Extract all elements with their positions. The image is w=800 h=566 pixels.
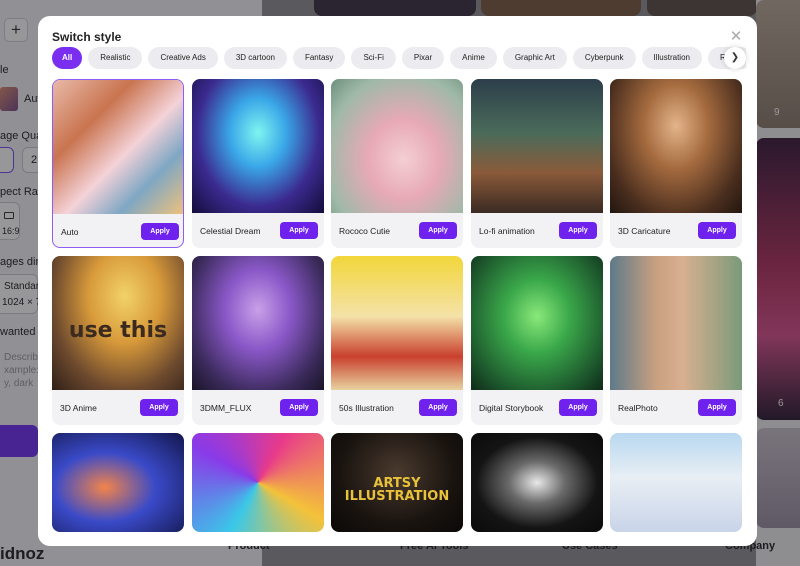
apply-button[interactable]: Apply [419, 222, 457, 239]
style-card-3d-caricature[interactable]: 3D Caricature Apply [610, 79, 742, 248]
apply-button[interactable]: Apply [280, 399, 318, 416]
apply-button[interactable]: Apply [140, 399, 178, 416]
switch-style-modal: Switch style ✕ All Realistic Creative Ad… [38, 16, 757, 546]
tab-graphic-art[interactable]: Graphic Art [502, 47, 567, 69]
style-name: Lo-fi animation [479, 226, 535, 236]
style-name: 3DMM_FLUX [200, 403, 252, 413]
tab-creative-ads[interactable]: Creative Ads [148, 47, 218, 69]
style-preview-image [610, 79, 742, 213]
style-card-celestial-dream[interactable]: Celestial Dream Apply [192, 79, 324, 248]
style-preview-image [331, 79, 463, 213]
apply-button[interactable]: Apply [419, 399, 457, 416]
apply-button[interactable]: Apply [280, 222, 318, 239]
style-preview-image [192, 433, 324, 532]
style-preview-image [471, 256, 603, 390]
style-card[interactable] [471, 433, 603, 532]
style-preview-text: ARTSY ILLUSTRATION [344, 476, 450, 504]
style-preview-image [610, 256, 742, 390]
style-preview-image [192, 79, 324, 213]
tab-fantasy[interactable]: Fantasy [292, 47, 346, 69]
style-card[interactable]: ARTSY ILLUSTRATION [331, 433, 463, 532]
style-category-tabs: All Realistic Creative Ads 3D cartoon Fa… [52, 47, 746, 69]
tab-realistic[interactable]: Realistic [88, 47, 143, 69]
tab-pixar[interactable]: Pixar [401, 47, 445, 69]
style-name: RealPhoto [618, 403, 658, 413]
style-card-50s-illustration[interactable]: 50s Illustration Apply [331, 256, 463, 425]
style-card-3d-anime[interactable]: use this 3D Anime Apply [52, 256, 184, 425]
tab-3d-cartoon[interactable]: 3D cartoon [223, 47, 287, 69]
modal-title: Switch style [52, 30, 122, 44]
tab-cyberpunk[interactable]: Cyberpunk [572, 47, 636, 69]
style-name: Celestial Dream [200, 226, 261, 236]
apply-button[interactable]: Apply [559, 399, 597, 416]
style-name: 3D Anime [60, 403, 97, 413]
chevron-right-icon[interactable]: ❯ [724, 47, 746, 69]
style-preview-image [52, 433, 184, 532]
style-card[interactable] [610, 433, 742, 532]
tab-illustration[interactable]: Illustration [641, 47, 702, 69]
style-card-auto[interactable]: Auto Apply [52, 79, 184, 248]
style-name: 3D Caricature [618, 226, 671, 236]
tab-sci-fi[interactable]: Sci-Fi [351, 47, 396, 69]
style-card[interactable] [52, 433, 184, 532]
style-preview-image [610, 433, 742, 532]
style-preview-image [331, 256, 463, 390]
apply-button[interactable]: Apply [141, 223, 179, 240]
style-name: Digital Storybook [479, 403, 544, 413]
style-card-lo-fi-animation[interactable]: Lo-fi animation Apply [471, 79, 603, 248]
style-preview-image: use this [52, 256, 184, 390]
style-name: Auto [61, 227, 79, 237]
style-preview-image [471, 79, 603, 213]
style-card-digital-storybook[interactable]: Digital Storybook Apply [471, 256, 603, 425]
apply-button[interactable]: Apply [698, 399, 736, 416]
style-preview-image [471, 433, 603, 532]
apply-button[interactable]: Apply [698, 222, 736, 239]
style-card-rococo-cutie[interactable]: Rococo Cutie Apply [331, 79, 463, 248]
style-card[interactable] [192, 433, 324, 532]
style-preview-image [192, 256, 324, 390]
style-preview-text: use this [68, 318, 168, 343]
style-card-3dmm-flux[interactable]: 3DMM_FLUX Apply [192, 256, 324, 425]
style-preview-image: ARTSY ILLUSTRATION [331, 433, 463, 532]
style-name: Rococo Cutie [339, 226, 391, 236]
style-name: 50s Illustration [339, 403, 394, 413]
apply-button[interactable]: Apply [559, 222, 597, 239]
tab-anime[interactable]: Anime [450, 47, 497, 69]
style-card-realphoto[interactable]: RealPhoto Apply [610, 256, 742, 425]
style-preview-image [53, 80, 183, 214]
close-icon[interactable]: ✕ [728, 29, 744, 45]
tab-all[interactable]: All [52, 47, 83, 69]
